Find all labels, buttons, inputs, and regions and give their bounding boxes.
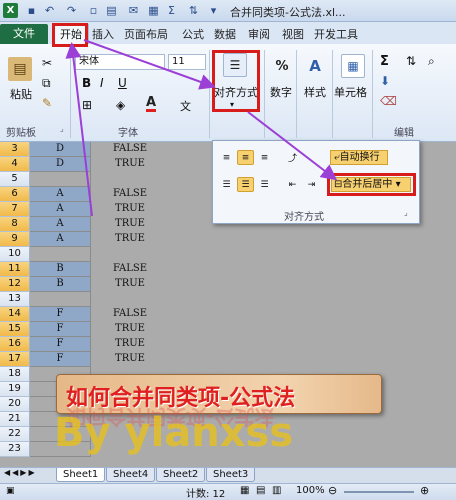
arrow-to-merge (247, 111, 338, 181)
arrow-to-home (65, 42, 93, 217)
arrow-to-alignment (83, 39, 216, 90)
annotation-arrows (65, 39, 338, 217)
